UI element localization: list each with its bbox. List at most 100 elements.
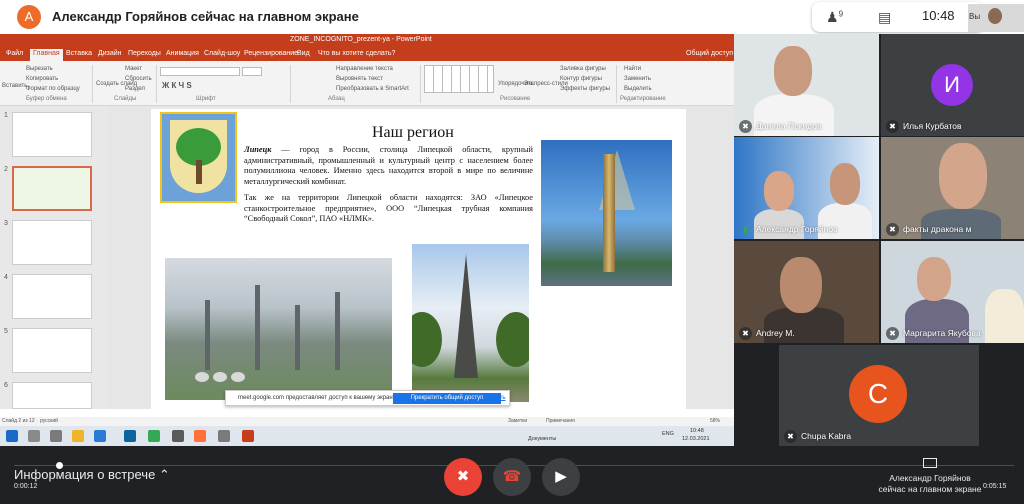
font-format-buttons[interactable]: Ж К Ч S — [162, 81, 192, 90]
tab-animation[interactable]: Анимация — [166, 50, 199, 57]
reset-button[interactable]: Сбросить — [125, 76, 152, 82]
chat-icon[interactable]: ▤ — [878, 9, 891, 26]
person-head — [780, 257, 822, 313]
store-icon[interactable] — [124, 430, 136, 442]
mic-off-icon: ✖ — [886, 223, 899, 236]
slide-thumbnail-6[interactable] — [12, 382, 92, 409]
shape-outline-button[interactable]: Контур фигуры — [560, 76, 602, 82]
mic-off-icon: ✖ — [886, 327, 899, 340]
tab-slideshow[interactable]: Слайд-шоу — [204, 50, 240, 57]
person-head — [830, 163, 860, 205]
camera-button[interactable]: ▶ — [542, 458, 580, 496]
firefox-icon[interactable] — [194, 430, 206, 442]
people-icon[interactable]: ♟9 — [826, 9, 843, 26]
person-head — [774, 46, 812, 96]
person-head — [939, 143, 987, 209]
participant-tile-3[interactable]: ▮ Александр Горяйнов — [734, 137, 879, 239]
tab-design[interactable]: Дизайн — [98, 50, 122, 57]
ribbon-divider — [616, 65, 617, 103]
notes-button[interactable]: Заметки — [508, 418, 527, 424]
shapes-gallery[interactable] — [424, 65, 494, 93]
shape-fill-button[interactable]: Заливка фигуры — [560, 66, 606, 72]
mute-mic-button[interactable]: ✖ — [444, 458, 482, 496]
tell-me-box[interactable]: Что вы хотите сделать? — [318, 50, 395, 57]
keyboard-language[interactable]: ENG — [662, 431, 674, 437]
slide-thumbnail-1[interactable] — [12, 112, 92, 157]
chrome-icon[interactable] — [148, 430, 160, 442]
search-icon[interactable] — [28, 430, 40, 442]
paste-button[interactable]: Вставить — [2, 83, 27, 89]
presenting-line-1: Александр Горяйнов — [889, 473, 971, 483]
participant-tile-2[interactable]: И ✖ Илья Курбатов — [881, 34, 1024, 136]
replace-button[interactable]: Заменить — [624, 76, 651, 82]
tree-shape — [412, 312, 442, 367]
explorer-icon[interactable] — [72, 430, 84, 442]
speaking-icon: ▮ — [743, 225, 748, 234]
chevron-up-icon: ⌃ — [158, 467, 170, 482]
storage-tank — [213, 372, 227, 382]
align-text-button[interactable]: Выровнять текст — [336, 76, 383, 82]
participant-name: Илья Курбатов — [903, 121, 962, 131]
chimney — [255, 285, 260, 370]
smartart-button[interactable]: Преобразовать в SmartArt — [336, 86, 409, 92]
font-name-select[interactable] — [160, 67, 240, 76]
hide-link[interactable]: Скрыть — [485, 395, 505, 401]
participant-tile-7[interactable]: C ✖ Chupa Kabra — [779, 345, 979, 446]
share-button[interactable]: Общий доступ — [686, 50, 733, 57]
copy-button[interactable]: Копировать — [26, 76, 58, 82]
app-icon[interactable] — [172, 430, 184, 442]
present-screen-icon — [923, 458, 937, 468]
meeting-info-label: Информация о встрече — [14, 467, 156, 482]
mail-icon[interactable] — [94, 430, 106, 442]
cut-button[interactable]: Вырезать — [26, 66, 53, 72]
current-slide[interactable]: Наш регион Липецк — город в России, стол… — [151, 109, 686, 411]
format-painter-button[interactable]: Формат по образцу — [26, 86, 80, 92]
participant-count: 9 — [838, 9, 844, 19]
powerpoint-icon[interactable] — [242, 430, 254, 442]
presenter-avatar: А — [17, 5, 41, 29]
start-icon[interactable] — [6, 430, 18, 442]
tree-shape — [496, 312, 529, 367]
section-button[interactable]: Раздел — [125, 86, 145, 92]
participant-tile-4[interactable]: ✖ факты дракона м — [881, 137, 1024, 239]
leave-call-button[interactable]: ☎ — [493, 458, 531, 496]
layout-button[interactable]: Макет — [125, 66, 142, 72]
city-name: Липецк — [244, 145, 272, 154]
tab-view[interactable]: Вид — [297, 50, 310, 57]
group-slides: Слайды — [114, 96, 137, 102]
participant-tile-6[interactable]: ✖ Маргарита Якубова — [881, 241, 1024, 343]
tab-transitions[interactable]: Переходы — [128, 50, 161, 57]
documents-label[interactable]: Документы — [528, 436, 556, 442]
slide-thumbnail-5[interactable] — [12, 328, 92, 373]
screen-share-banner: meet.google.com предоставляет доступ к в… — [225, 390, 510, 406]
factory-photo — [165, 258, 392, 400]
tree-trunk-shape — [196, 160, 202, 184]
select-button[interactable]: Выделить — [624, 86, 652, 92]
monument-column — [603, 154, 615, 272]
self-view-tile: Вы — [968, 4, 1024, 32]
ppt-ribbon-tabs: Файл Главная Вставка Дизайн Переходы Ани… — [0, 48, 734, 61]
ppt-window-title: ZONE_INCOGNITO_prezent-ya - PowerPoint — [290, 36, 432, 43]
app-icon[interactable] — [218, 430, 230, 442]
find-button[interactable]: Найти — [624, 66, 641, 72]
presenting-line-2: сейчас на главном экране — [878, 484, 982, 494]
participant-tile-1[interactable]: ✖ Данила Покидов — [734, 34, 879, 136]
tab-file[interactable]: Файл — [6, 50, 23, 57]
font-size-select[interactable] — [242, 67, 262, 76]
ribbon-divider — [156, 65, 157, 103]
meet-top-bar: А Александр Горяйнов сейчас на главном э… — [0, 0, 1024, 34]
task-view-icon[interactable] — [50, 430, 62, 442]
tab-review[interactable]: Рецензирование — [244, 50, 298, 57]
slide-thumbnail-2[interactable] — [12, 166, 92, 211]
slide-thumbnail-4[interactable] — [12, 274, 92, 319]
meeting-info-button[interactable]: Информация о встрече ⌃ — [14, 467, 170, 483]
shape-effects-button[interactable]: Эффекты фигуры — [560, 86, 610, 92]
slide-thumbnail-3[interactable] — [12, 220, 92, 265]
presenting-now-button[interactable]: Александр Горяйнов сейчас на главном экр… — [860, 458, 1000, 495]
tab-insert[interactable]: Вставка — [66, 50, 92, 57]
comments-button[interactable]: Примечания — [546, 418, 575, 424]
tab-home[interactable]: Главная — [30, 49, 63, 61]
participant-tile-5[interactable]: ✖ Andrey M. — [734, 241, 879, 343]
text-direction-button[interactable]: Направление текста — [336, 66, 393, 72]
thumb-number: 3 — [4, 220, 8, 227]
